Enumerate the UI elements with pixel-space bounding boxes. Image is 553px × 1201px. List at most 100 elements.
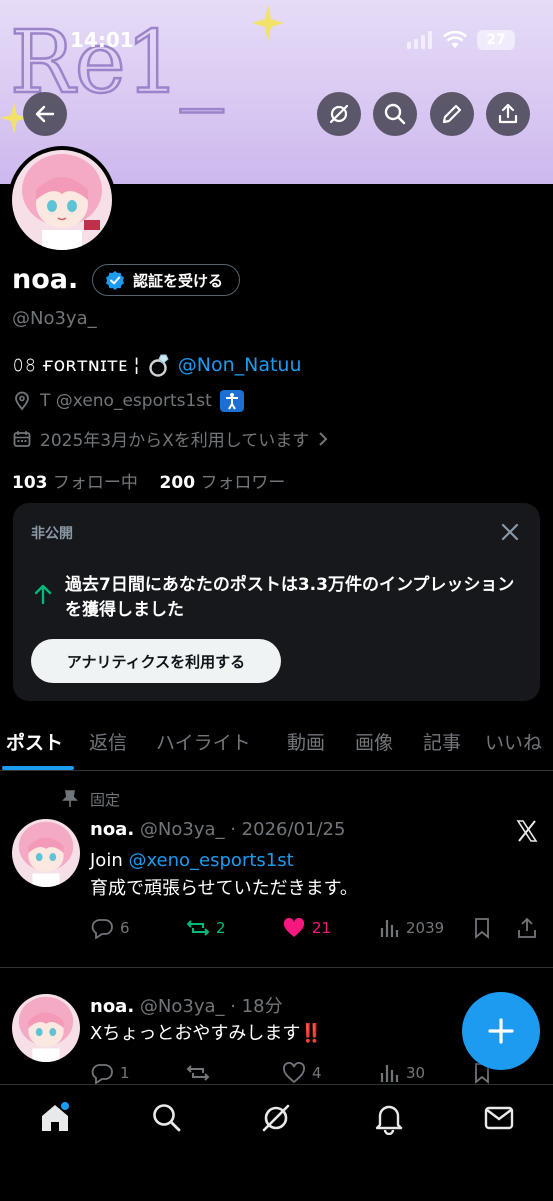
accessibility-emoji xyxy=(219,390,244,412)
nav-messages[interactable] xyxy=(482,1101,516,1135)
search-button[interactable] xyxy=(373,92,417,136)
analytics-card: 非公開 過去7日間にあなたのポストは3.3万件のインプレッションを獲得しました … xyxy=(13,503,540,701)
ring-icon xyxy=(149,354,169,377)
nav-search[interactable] xyxy=(150,1101,184,1135)
nav-notifications[interactable] xyxy=(372,1101,406,1136)
reply-icon xyxy=(91,919,113,939)
nav-home[interactable] xyxy=(38,1101,72,1135)
verified-icon xyxy=(106,271,124,290)
tab-articles[interactable]: 記事 xyxy=(423,728,461,755)
share-icon[interactable] xyxy=(516,917,538,939)
reply-count: 1 xyxy=(120,1064,130,1082)
followers-label: フォロワー xyxy=(200,473,286,493)
post-text-line: 育成で頑張らせていただきます。 xyxy=(90,878,358,899)
avatar-image xyxy=(12,150,112,250)
share-icon xyxy=(498,103,518,124)
reply-button[interactable]: 6 xyxy=(90,917,130,939)
cellular-icon xyxy=(407,31,432,49)
wifi-icon xyxy=(443,31,467,48)
tab-posts[interactable]: ポスト xyxy=(6,728,63,755)
tab-highlights[interactable]: ハイライト xyxy=(156,728,251,755)
repost-icon xyxy=(186,920,210,936)
home-icon xyxy=(42,1102,69,1131)
post-author-name[interactable]: noa. xyxy=(90,996,134,1017)
back-icon xyxy=(35,105,55,123)
repost-button[interactable]: 2 xyxy=(186,917,226,939)
views-count: 2039 xyxy=(406,919,445,937)
like-button[interactable]: 4 xyxy=(282,1062,322,1084)
chevron-right-icon xyxy=(319,431,328,446)
reply-button[interactable]: 1 xyxy=(90,1062,130,1084)
profile-location: T @xeno_esports1st xyxy=(12,390,244,412)
system-icons: 27 xyxy=(407,30,515,50)
search-icon xyxy=(153,1104,181,1132)
close-icon[interactable] xyxy=(499,521,521,543)
tab-likes[interactable]: いいね xyxy=(485,728,542,755)
messages-icon xyxy=(484,1106,514,1130)
pin-icon xyxy=(62,790,78,807)
like-count: 4 xyxy=(312,1064,322,1082)
views-button[interactable]: 30 xyxy=(378,1062,425,1084)
repost-button[interactable] xyxy=(186,1062,216,1084)
back-button[interactable] xyxy=(23,92,67,136)
grok-button[interactable] xyxy=(317,92,361,136)
battery-indicator: 27 xyxy=(477,30,515,50)
bookmark-icon[interactable] xyxy=(472,917,492,939)
follow-stats: 103 フォロー中 200 フォロワー xyxy=(12,468,285,493)
bio-link[interactable]: @Non_Natuu xyxy=(178,354,302,376)
views-count: 30 xyxy=(406,1064,426,1082)
views-button[interactable]: 2039 xyxy=(378,917,444,939)
post-text: Xちょっとおやすみします‼️ xyxy=(90,1023,323,1044)
like-icon xyxy=(283,917,305,937)
private-label: 非公開 xyxy=(31,526,73,542)
grok-icon xyxy=(262,1104,290,1132)
post-actions: 1 4 30 xyxy=(90,1062,540,1084)
get-verified-button[interactable]: 認証を受ける xyxy=(92,264,241,296)
notifications-icon xyxy=(375,1105,403,1136)
grok-icon xyxy=(329,104,349,124)
profile-joined[interactable]: 2025年3月からXを利用しています xyxy=(12,426,329,451)
calendar-icon xyxy=(13,430,31,447)
profile-bio: 𝟶𝟾 ғᴏʀᴛɴɪᴛᴇ ¦ @Non_Natuu xyxy=(12,352,302,378)
person-icon xyxy=(225,393,238,410)
followers-link[interactable]: 200 フォロワー xyxy=(160,473,286,493)
search-icon xyxy=(384,103,406,125)
post-avatar[interactable] xyxy=(12,994,80,1062)
compose-button[interactable] xyxy=(462,992,540,1070)
analytics-button[interactable]: アナリティクスを利用する xyxy=(31,639,281,683)
sparkle-icon xyxy=(252,4,284,42)
profile-tabs: ポスト 返信 ハイライト 動画 画像 記事 いいね xyxy=(0,722,553,771)
tab-videos[interactable]: 動画 xyxy=(287,728,325,755)
pinned-label: 固定 xyxy=(90,791,121,809)
views-icon xyxy=(380,920,399,937)
followers-count: 200 xyxy=(159,473,196,493)
profile-handle: @No3ya_ xyxy=(12,308,97,329)
tab-replies[interactable]: 返信 xyxy=(89,728,127,755)
following-link[interactable]: 103 フォロー中 xyxy=(12,473,138,493)
reply-icon xyxy=(91,1064,113,1084)
following-label: フォロー中 xyxy=(52,473,138,493)
tab-photos[interactable]: 画像 xyxy=(355,728,393,755)
post-author-name[interactable]: noa. xyxy=(90,819,134,840)
post-text-prefix: Join xyxy=(90,850,129,871)
get-verified-label: 認証を受ける xyxy=(133,271,224,290)
post-header: noa. @No3ya_ · 18分 xyxy=(90,992,283,1018)
following-count: 103 xyxy=(12,473,48,493)
views-icon xyxy=(380,1065,399,1082)
post-avatar[interactable] xyxy=(12,819,80,887)
repost-count: 2 xyxy=(216,919,226,937)
like-button[interactable]: 21 xyxy=(282,917,331,939)
post-item[interactable]: 固定 noa. @No3ya_ · 2026/01/25 Join @xeno_… xyxy=(0,771,553,968)
post-mention-link[interactable]: @xeno_esports1st xyxy=(128,850,293,871)
nav-grok[interactable] xyxy=(259,1101,293,1135)
joined-text: 2025年3月からXを利用しています xyxy=(40,431,310,451)
share-button[interactable] xyxy=(486,92,530,136)
location-icon xyxy=(15,391,29,411)
status-time: 14:01 xyxy=(70,28,134,52)
profile-avatar[interactable] xyxy=(8,146,116,254)
active-tab-indicator xyxy=(2,766,74,770)
post-actions: 6 2 21 2039 xyxy=(90,917,540,941)
avatar-image xyxy=(12,819,80,887)
edit-button[interactable] xyxy=(430,92,474,136)
post-text-line: Join @xeno_esports1st xyxy=(90,847,358,875)
